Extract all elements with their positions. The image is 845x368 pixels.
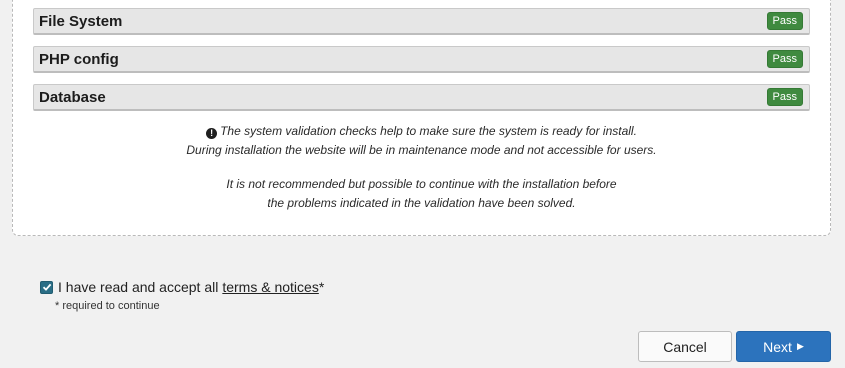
exclamation-circle-icon: !	[206, 128, 218, 139]
info-line: ! The system validation checks help to ma…	[33, 122, 810, 141]
check-row-file-system[interactable]: File System Pass	[33, 8, 810, 35]
status-badge: Pass	[766, 50, 803, 68]
check-icon	[42, 283, 51, 291]
check-title: PHP config	[39, 50, 119, 68]
cancel-button[interactable]: Cancel	[638, 331, 732, 362]
accept-label: I have read and accept all	[58, 279, 219, 295]
check-title: Database	[39, 88, 106, 106]
info-line: the problems indicated in the validation…	[267, 196, 576, 210]
check-title: File System	[39, 12, 123, 30]
validation-info: ! The system validation checks help to ma…	[33, 122, 810, 213]
info-line: During installation the website will be …	[186, 143, 657, 157]
status-badge: Pass	[766, 12, 803, 30]
check-row-database[interactable]: Database Pass	[33, 84, 810, 111]
info-line: It is not recommended but possible to co…	[226, 177, 617, 191]
status-badge: Pass	[766, 88, 803, 106]
check-row-php-config[interactable]: PHP config Pass	[33, 46, 810, 73]
next-button-label: Next	[763, 338, 792, 355]
accept-terms[interactable]: I have read and accept all terms & notic…	[40, 279, 324, 295]
terms-link[interactable]: terms & notices	[222, 279, 318, 295]
accept-checkbox[interactable]	[40, 280, 53, 294]
required-asterisk: *	[318, 279, 325, 295]
caret-right-icon: ▶	[796, 341, 804, 351]
cancel-button-label: Cancel	[663, 338, 707, 355]
required-note: * required to continue	[55, 300, 160, 312]
next-button[interactable]: Next ▶	[736, 331, 831, 362]
